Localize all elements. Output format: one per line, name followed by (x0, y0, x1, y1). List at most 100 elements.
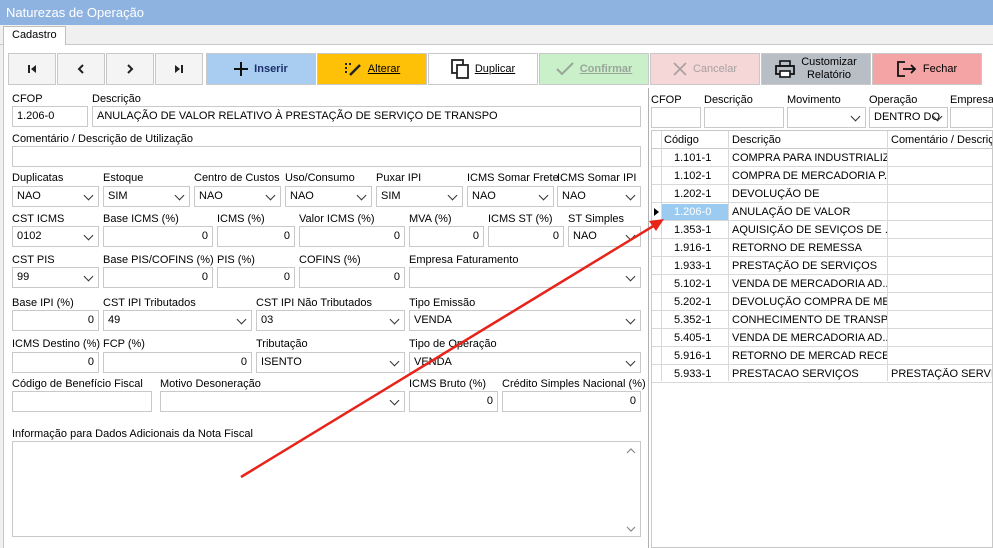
tab-cadastro[interactable]: Cadastro (3, 26, 66, 46)
last-record-button[interactable] (155, 53, 203, 85)
descricao-field[interactable]: ANULAÇÃO DE VALOR RELATIVO À PRESTAÇÃO D… (92, 106, 641, 127)
comentario-label: Comentário / Descrição de Utilização (12, 133, 193, 145)
cst-pis-select[interactable]: 99 (12, 267, 99, 288)
motivo-desoneracao-select[interactable] (160, 391, 405, 412)
cofins-field[interactable]: 0 (299, 267, 405, 288)
row-descricao: DEVOLUÇÃO COMPRA DE ME... (732, 296, 887, 308)
grid-header-comentario[interactable]: Comentário / Descriçã (891, 134, 992, 146)
customizar-label-line2: Relatório (806, 69, 852, 81)
previous-record-button[interactable] (57, 53, 105, 85)
table-row[interactable]: 5.102-1 VENDA DE MERCADORIA AD... (652, 275, 992, 293)
icms-somar-frete-label: ICMS Somar Frete (467, 172, 559, 184)
cancelar-button[interactable]: Cancelar (650, 53, 760, 85)
table-row[interactable]: 1.101-1 COMPRA PARA INDUSTRIALIZ... (652, 149, 992, 167)
cst-ipi-nao-trib-select[interactable]: 03 (256, 310, 405, 331)
filter-cfop-field[interactable] (651, 107, 701, 128)
tipo-operacao-select[interactable]: VENDA (409, 352, 641, 373)
table-row[interactable]: 1.102-1 COMPRA DE MERCADORIA P... (652, 167, 992, 185)
icms-somar-ipi-select[interactable]: NAO (557, 186, 641, 207)
inserir-button[interactable]: Inserir (206, 53, 316, 85)
pis-label: PIS (%) (217, 254, 255, 266)
first-icon (28, 65, 36, 73)
icms-field[interactable]: 0 (217, 226, 295, 247)
first-record-button[interactable] (8, 53, 56, 85)
comentario-field[interactable] (12, 146, 641, 167)
credito-simples-field[interactable]: 0 (502, 391, 641, 412)
tipo-emissao-select[interactable]: VENDA (409, 310, 641, 331)
row-descricao: COMPRA DE MERCADORIA P... (732, 170, 887, 182)
mva-field[interactable]: 0 (409, 226, 484, 247)
table-row[interactable]: 5.405-1 VENDA DE MERCADORIA AD... (652, 329, 992, 347)
grid-header-descricao[interactable]: Descrição (732, 134, 887, 146)
icms-bruto-label: ICMS Bruto (%) (409, 378, 487, 390)
table-row[interactable]: 5.352-1 CONHECIMENTO DE TRANSP... (652, 311, 992, 329)
duplicatas-select[interactable]: NAO (12, 186, 99, 207)
base-icms-field[interactable]: 0 (103, 226, 213, 247)
table-row[interactable]: 1.353-1 AQUISIÇÃO DE SEVIÇOS DE ... (652, 221, 992, 239)
customizar-relatorio-button[interactable]: Customizar Relatório (761, 53, 871, 85)
table-row[interactable]: 1.206-0 ANULAÇÃO DE VALOR (652, 203, 992, 221)
inserir-label: Inserir (254, 63, 288, 75)
tributacao-select[interactable]: ISENTO (256, 352, 405, 373)
base-ipi-field[interactable]: 0 (12, 310, 99, 331)
uso-consumo-label: Uso/Consumo (285, 172, 355, 184)
icms-destino-field[interactable]: 0 (12, 352, 99, 373)
icms-st-label: ICMS ST (%) (488, 213, 553, 225)
grid-column-divider (728, 131, 729, 381)
table-row[interactable]: 1.933-1 PRESTAÇÃO DE SERVIÇOS (652, 257, 992, 275)
icms-somar-frete-select[interactable]: NAO (467, 186, 554, 207)
filter-movimento-select[interactable] (787, 107, 866, 128)
chevron-right-icon (127, 64, 134, 74)
filter-descricao-label: Descrição (704, 94, 753, 106)
cst-icms-select[interactable]: 0102 (12, 226, 99, 247)
filter-operacao-select[interactable]: DENTRO DO (869, 107, 948, 128)
centro-custos-select[interactable]: NAO (194, 186, 281, 207)
fcp-field[interactable]: 0 (103, 352, 252, 373)
icms-st-field[interactable]: 0 (488, 226, 564, 247)
row-codigo: 5.916-1 (674, 350, 712, 362)
estoque-label: Estoque (103, 172, 144, 184)
cst-ipi-trib-select[interactable]: 49 (103, 310, 252, 331)
st-simples-select[interactable]: NAO (568, 226, 641, 247)
filter-descricao-field[interactable] (704, 107, 784, 128)
table-row[interactable]: 1.202-1 DEVOLUÇÃO DE (652, 185, 992, 203)
pis-field[interactable]: 0 (217, 267, 295, 288)
info-adicionais-textarea[interactable] (12, 441, 641, 537)
table-row[interactable]: 5.916-1 RETORNO DE MERCAD RECE... (652, 347, 992, 365)
duplicar-button[interactable]: Duplicar (428, 53, 538, 85)
row-descricao: VENDA DE MERCADORIA AD... (732, 278, 887, 290)
fechar-button[interactable]: Fechar (872, 53, 982, 85)
table-row[interactable]: 1.916-1 RETORNO DE REMESSA (652, 239, 992, 257)
table-row[interactable]: 5.202-1 DEVOLUÇÃO COMPRA DE ME... (652, 293, 992, 311)
row-descricao: VENDA DE MERCADORIA AD... (732, 332, 887, 344)
tributacao-label: Tributação (256, 338, 308, 350)
confirmar-button[interactable]: Confirmar (539, 53, 649, 85)
grid-column-divider (661, 131, 662, 381)
base-pis-cofins-label: Base PIS/COFINS (%) (103, 254, 214, 266)
base-pis-cofins-field[interactable]: 0 (103, 267, 213, 288)
credito-simples-label: Crédito Simples Nacional (%) (502, 378, 646, 390)
puxar-ipi-select[interactable]: SIM (376, 186, 463, 207)
valor-icms-field[interactable]: 0 (299, 226, 405, 247)
grid-header-codigo[interactable]: Código (664, 134, 726, 146)
textarea-scrollbar[interactable] (625, 445, 637, 535)
row-codigo: 5.202-1 (674, 296, 712, 308)
filter-operacao-label: Operação (869, 94, 918, 106)
alterar-button[interactable]: Alterar (317, 53, 427, 85)
uso-consumo-select[interactable]: NAO (285, 186, 372, 207)
alterar-label: Alterar (367, 63, 401, 75)
row-codigo: 1.206-0 (662, 204, 728, 220)
icms-bruto-field[interactable]: 0 (409, 391, 498, 412)
cod-beneficio-field[interactable] (12, 391, 152, 412)
motivo-desoneracao-label: Motivo Desoneração (160, 378, 261, 390)
empresa-faturamento-select[interactable] (409, 267, 641, 288)
row-comentario: PRESTAÇÃO SERVIÇO (891, 368, 993, 380)
centro-custos-label: Centro de Custos (194, 172, 280, 184)
next-record-button[interactable] (106, 53, 154, 85)
table-row[interactable]: 5.933-1 PRESTACAO SERVIÇOS PRESTAÇÃO SERVI… (652, 365, 993, 383)
filter-empresa-field[interactable] (950, 107, 993, 128)
cfop-field[interactable]: 1.206-0 (12, 106, 88, 127)
row-descricao: PRESTAÇÃO DE SERVIÇOS (732, 260, 878, 272)
estoque-select[interactable]: SIM (103, 186, 190, 207)
last-icon (175, 65, 183, 73)
